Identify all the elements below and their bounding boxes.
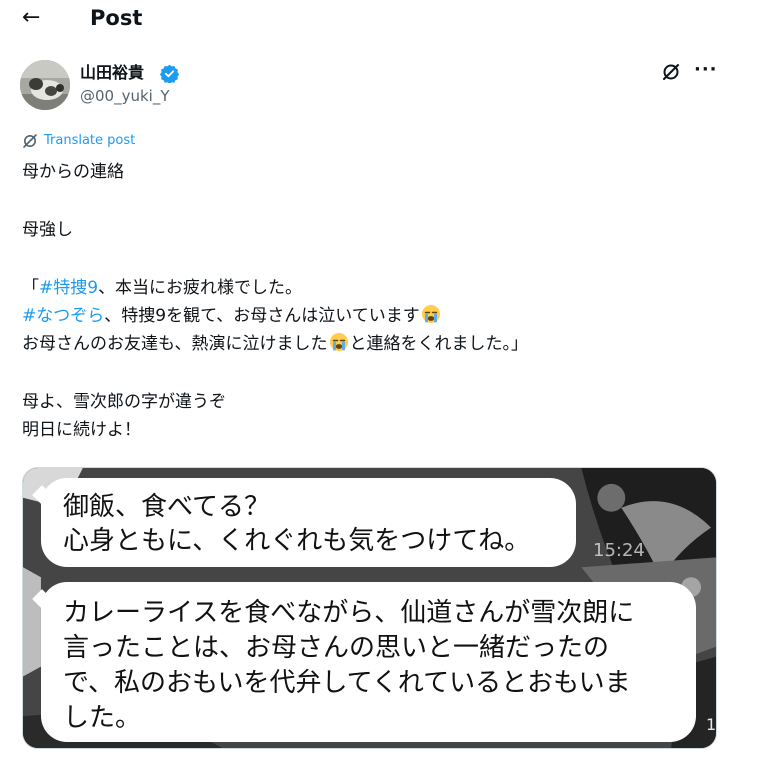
more-horizontal-icon[interactable]: ··· (694, 60, 718, 80)
post-line: お母さんのお友達も、熱演に泣けました と連絡をくれました。」 (22, 330, 722, 358)
post-line: #なつぞら、特捜9を観て、お母さんは泣いています (22, 302, 722, 330)
loudly-crying-face-emoji-icon (329, 333, 348, 351)
post-line: 母からの連絡 (22, 162, 124, 182)
chat-line: 御飯、食べてる？ (63, 492, 270, 522)
text-segment: お母さんのお友達も、熱演に泣けました (22, 334, 328, 354)
avatar[interactable] (20, 60, 70, 110)
text-segment: と連絡をくれました。」 (349, 334, 529, 354)
translate-icon (23, 134, 37, 148)
post-line: 「#特捜9、本当にお疲れ様でした。 (22, 274, 722, 302)
top-bar: ← Post (0, 0, 757, 40)
hashtag-link[interactable]: #なつぞら (22, 306, 104, 326)
post-body: 母からの連絡 母強し 「#特捜9、本当にお疲れ様でした。 #なつぞら、特捜9を観… (22, 158, 722, 444)
post-line: 母よ、雪次郎の字が違うぞ (22, 392, 226, 412)
message-counter: 1 (706, 715, 717, 734)
loudly-crying-face-emoji-icon (421, 305, 440, 323)
chat-line: 心身ともに、くれぐれも気をつけてね。 (63, 526, 531, 556)
chat-line: で、私のおもいを代弁してくれているとおもいま (63, 668, 631, 698)
chat-line: した。 (63, 703, 142, 733)
translate-post-link[interactable]: Translate post (22, 132, 135, 150)
back-button[interactable]: ← (22, 4, 46, 32)
message-time: 15:24 (593, 540, 645, 561)
post-line: 明日に続けよ！ (22, 420, 141, 440)
translate-label: Translate post (44, 133, 136, 148)
chat-bubble: 御飯、食べてる？ 心身ともに、くれぐれも気をつけてね。 (41, 478, 576, 567)
post-line: 母強し (22, 220, 73, 240)
text-segment: 「 (22, 278, 39, 298)
chat-bubble: カレーライスを食べながら、仙道さんが雪次朗に 言ったことは、お母さんの思いと一緒… (41, 582, 696, 742)
verified-badge-icon (160, 64, 179, 83)
avatar-photo (20, 60, 70, 110)
text-segment: 、本当にお疲れ様でした。 (98, 278, 303, 298)
chat-line: 言ったことは、お母さんの思いと一緒だったの (63, 633, 610, 663)
hashtag-link[interactable]: #特捜9 (39, 278, 98, 298)
grok-icon[interactable] (661, 62, 681, 82)
chat-line: カレーライスを食べながら、仙道さんが雪次朗に (63, 598, 635, 628)
attached-image[interactable]: 御飯、食べてる？ 心身ともに、くれぐれも気をつけてね。 15:24 カレーライス… (22, 467, 717, 749)
author-name[interactable]: 山田裕貴 (80, 63, 144, 83)
author-handle[interactable]: @00_yuki_Y (80, 86, 170, 106)
text-segment: 、特捜9を観て、お母さんは泣いています (104, 306, 420, 326)
page-title: Post (90, 6, 143, 30)
